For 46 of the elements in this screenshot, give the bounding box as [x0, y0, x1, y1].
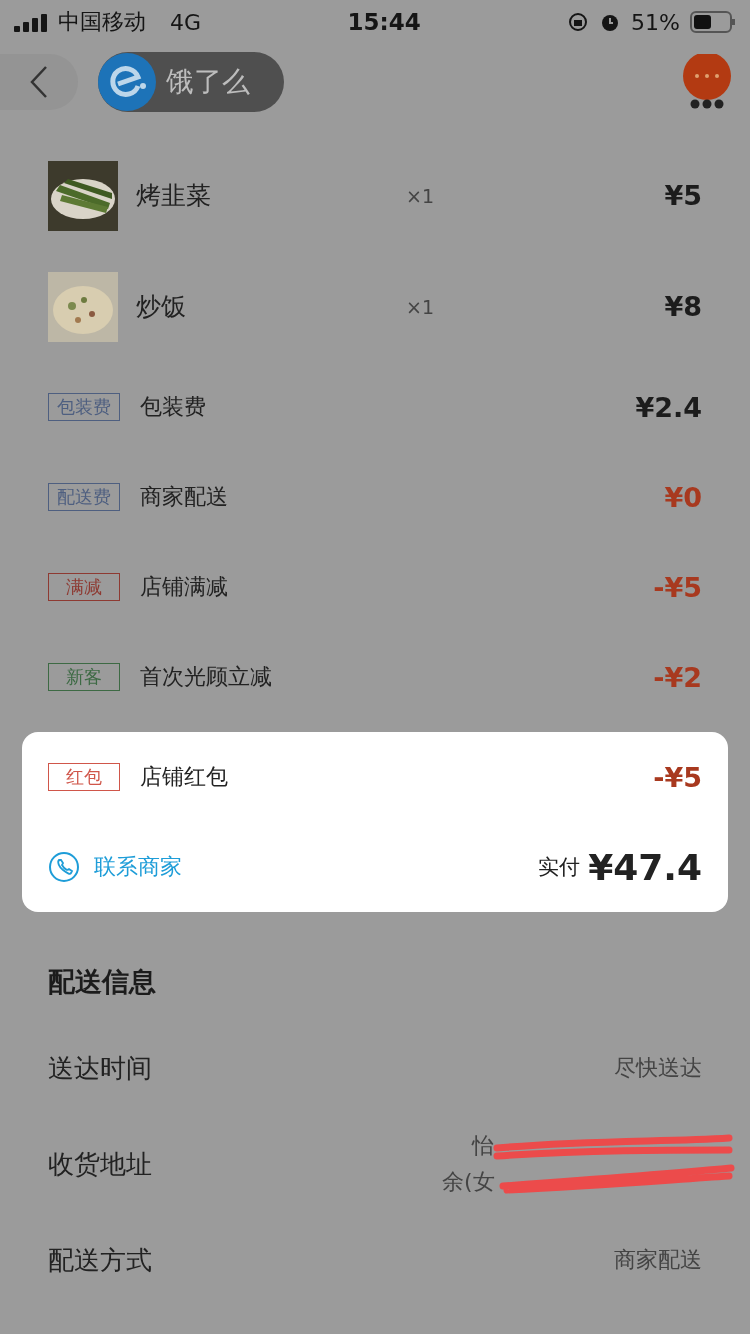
- dish-name: 炒饭: [136, 291, 187, 323]
- signal-icon: [14, 12, 48, 32]
- fee-label: 首次光顾立减: [140, 663, 272, 691]
- fee-label: 商家配送: [140, 483, 228, 511]
- fee-amount: -¥5: [653, 761, 702, 793]
- dish-price: ¥8: [664, 291, 702, 322]
- chevron-left-icon: [29, 65, 49, 99]
- delivery-value: 余(女: [442, 1168, 495, 1196]
- fee-amount: ¥2.4: [635, 391, 702, 423]
- total-label: 实付: [538, 854, 581, 881]
- delivery-label: 配送方式: [48, 1243, 152, 1277]
- delivery-value: 尽快送达: [614, 1054, 702, 1082]
- total-amount: ¥47.4: [588, 846, 702, 888]
- delivery-value: 商家配送: [614, 1246, 702, 1274]
- battery-icon: [690, 11, 736, 33]
- phone-icon: [48, 851, 80, 883]
- fee-label: 包装费: [140, 393, 206, 421]
- fee-tag: 红包: [48, 763, 120, 791]
- fee-label: 店铺红包: [140, 763, 228, 791]
- dish-quantity: ×1: [406, 184, 434, 207]
- fee-amount: -¥2: [653, 661, 702, 693]
- contact-merchant-link[interactable]: 联系商家: [48, 851, 182, 883]
- back-button[interactable]: [0, 54, 78, 110]
- carrier-name: 中国移动: [58, 8, 146, 36]
- battery-percent: 51%: [631, 9, 680, 35]
- fee-tag: 满减: [48, 573, 120, 601]
- delivery-label: 送达时间: [48, 1051, 152, 1085]
- delivery-label: 收货地址: [48, 1147, 152, 1181]
- dish-quantity: ×1: [406, 295, 434, 318]
- section-title: 配送信息: [48, 965, 157, 999]
- dish-price: ¥5: [664, 180, 702, 211]
- logo-icon: [98, 53, 156, 111]
- fee-tag: 新客: [48, 663, 120, 691]
- fee-tag: 包装费: [48, 393, 120, 421]
- fee-tag: 配送费: [48, 483, 120, 511]
- fee-amount: ¥0: [664, 481, 702, 513]
- fee-amount: -¥5: [653, 571, 702, 603]
- network-type: 4G: [170, 9, 202, 35]
- clock-time: 15:44: [347, 9, 421, 35]
- app-pill[interactable]: 饿了么: [98, 52, 284, 112]
- delivery-value: 怡: [472, 1132, 494, 1160]
- dish-name: 烤韭菜: [136, 180, 212, 212]
- fee-label: 店铺满减: [140, 573, 228, 601]
- app-name: 饿了么: [166, 64, 250, 100]
- more-button[interactable]: [682, 54, 732, 110]
- rotation-lock-icon: [567, 11, 590, 33]
